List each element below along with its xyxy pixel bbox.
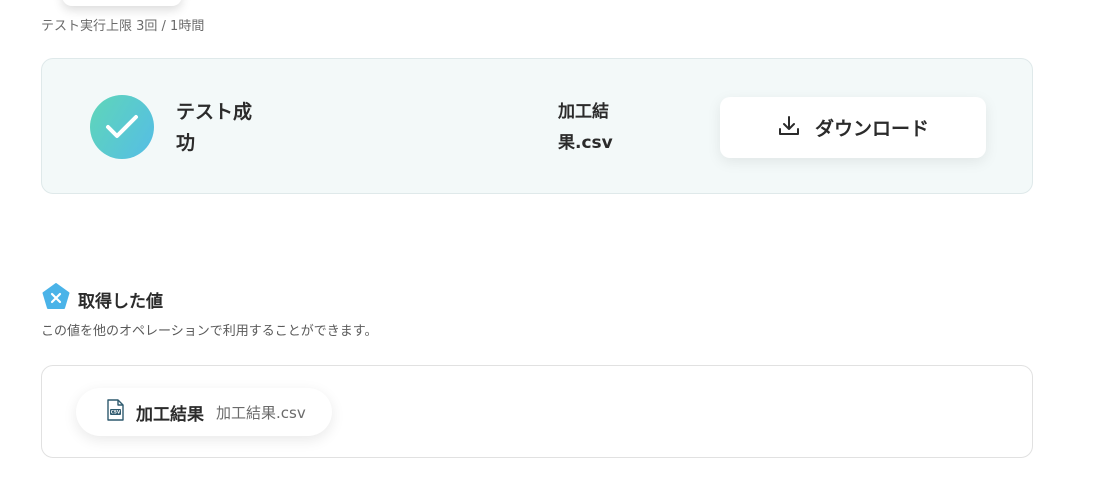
svg-text:CSV: CSV [111,410,121,415]
download-button[interactable]: ダウンロード [720,97,986,158]
test-result-panel: テスト実行上限 3回 / 1時間 テスト成功 加工結果.csv ダウンロード 取… [0,0,1097,500]
acquired-values-header: 取得した値 [42,283,163,315]
acquired-values-description: この値を他のオペレーションで利用することができます。 [41,324,378,339]
previous-button-edge [62,0,182,6]
test-status-label: テスト成功 [176,101,253,154]
value-chip-value: 加工結果.csv [216,403,306,422]
variable-icon [42,283,70,315]
value-chip[interactable]: CSV 加工結果 加工結果.csv [76,388,332,436]
csv-file-icon: CSV [106,399,124,425]
acquired-values-title: 取得した値 [78,291,163,312]
success-check-icon [90,95,154,159]
result-file-name: 加工結果.csv [558,102,613,153]
download-icon [777,114,801,142]
download-button-label: ダウンロード [814,118,929,140]
test-result-card: テスト成功 加工結果.csv ダウンロード [41,58,1033,194]
acquired-values-list: CSV 加工結果 加工結果.csv [41,365,1033,458]
value-chip-key: 加工結果 [136,404,204,425]
test-limit-note: テスト実行上限 3回 / 1時間 [41,19,205,34]
